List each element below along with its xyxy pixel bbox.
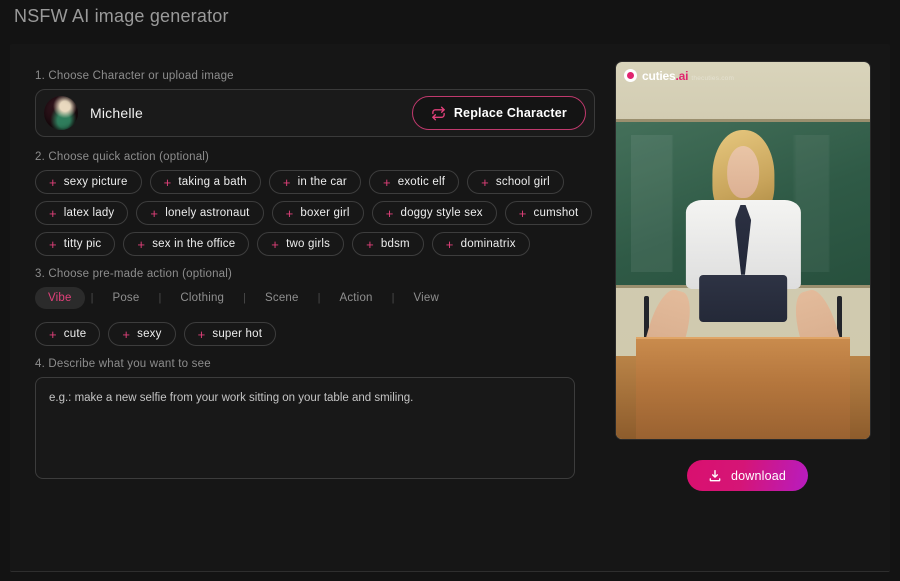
character-row[interactable]: Michelle Replace Character: [35, 89, 595, 137]
quick-action-chip[interactable]: + dominatrix: [431, 232, 530, 256]
quick-action-chip-label: latex lady: [63, 207, 115, 219]
quick-action-chip[interactable]: + exotic elf: [368, 170, 460, 194]
plus-icon: +: [366, 236, 374, 252]
download-label: download: [730, 468, 787, 483]
tab-clothing[interactable]: Clothing: [167, 287, 237, 309]
tab-vibe[interactable]: Vibe: [35, 287, 85, 309]
premade-option-chip[interactable]: + sexy: [108, 322, 176, 346]
watermark: cuties.ai thecuties.com: [624, 68, 734, 84]
step-2-label: 2. Choose quick action (optional): [35, 151, 210, 163]
generator-card: 1. Choose Character or upload image Mich…: [10, 44, 890, 572]
replace-character-label: Replace Character: [453, 106, 567, 120]
watermark-brand: cuties: [642, 69, 676, 83]
premade-tab-bar: Vibe | Pose | Clothing | Scene | Action | View: [35, 287, 595, 309]
tab-separator: |: [243, 292, 246, 304]
character-name: Michelle: [90, 105, 143, 121]
quick-action-chip-label: doggy style sex: [400, 207, 483, 219]
quick-action-chip[interactable]: + lonely astronaut: [136, 201, 264, 225]
quick-action-chip-label: cumshot: [533, 207, 579, 219]
preview-column: cuties.ai thecuties.com download: [616, 62, 878, 491]
plus-icon: +: [49, 205, 57, 221]
download-button[interactable]: download: [686, 460, 808, 491]
plus-icon: +: [445, 236, 454, 252]
quick-action-chip-label: two girls: [286, 238, 331, 250]
figure-face: [726, 146, 760, 198]
plus-icon: +: [137, 236, 146, 252]
tab-action[interactable]: Action: [326, 287, 385, 309]
figure-skirt: [698, 274, 788, 322]
quick-action-chip-label: dominatrix: [460, 238, 516, 250]
quick-action-chip[interactable]: + taking a bath: [149, 170, 261, 194]
quick-action-chip[interactable]: + cumshot: [504, 201, 593, 225]
premade-option-chip-list: + cute + sexy + super hot: [35, 322, 595, 346]
step-3-label: 3. Choose pre-made action (optional): [35, 268, 233, 280]
page-title: NSFW AI image generator: [14, 6, 229, 26]
tab-separator: |: [90, 292, 94, 304]
plus-icon: +: [271, 236, 280, 252]
plus-icon: +: [285, 205, 294, 221]
premade-option-chip[interactable]: + super hot: [183, 322, 277, 346]
quick-action-chip[interactable]: + in the car: [268, 170, 361, 194]
prompt-input[interactable]: [35, 377, 575, 479]
quick-action-chip[interactable]: + boxer girl: [271, 201, 364, 225]
quick-action-chip-label: sexy picture: [63, 176, 128, 188]
tab-scene[interactable]: Scene: [252, 287, 312, 309]
watermark-domain: .ai: [675, 69, 689, 83]
tab-view[interactable]: View: [401, 287, 453, 309]
premade-option-chip-label: cute: [63, 328, 87, 340]
plus-icon: +: [481, 174, 489, 190]
form-column: 1. Choose Character or upload image Mich…: [35, 70, 595, 484]
quick-action-chip[interactable]: + titty pic: [35, 232, 116, 256]
quick-action-chip[interactable]: + bdsm: [352, 232, 424, 256]
quick-action-chip[interactable]: + doggy style sex: [371, 201, 497, 225]
plus-icon: +: [49, 326, 57, 342]
premade-option-chip-label: sexy: [137, 328, 162, 340]
premade-option-chip[interactable]: + cute: [35, 322, 101, 346]
plus-icon: +: [518, 205, 527, 221]
quick-action-chip[interactable]: + two girls: [257, 232, 345, 256]
download-icon: [708, 469, 722, 483]
quick-action-chip-list: + sexy picture + taking a bath + in the car + e…: [35, 170, 595, 256]
replace-character-button[interactable]: Replace Character: [411, 96, 586, 130]
tab-separator: |: [158, 292, 162, 304]
subject-figure: [631, 129, 855, 425]
plus-icon: +: [163, 174, 172, 190]
generated-image-preview[interactable]: cuties.ai thecuties.com: [616, 62, 870, 439]
plus-icon: +: [385, 205, 394, 221]
classroom-scene-image: [616, 62, 870, 439]
avatar: [44, 96, 78, 130]
quick-action-chip[interactable]: + latex lady: [35, 201, 129, 225]
quick-action-chip-label: school girl: [495, 176, 550, 188]
plus-icon: +: [122, 326, 131, 342]
plus-icon: +: [150, 205, 159, 221]
tab-pose[interactable]: Pose: [99, 287, 152, 309]
quick-action-chip[interactable]: + sex in the office: [123, 232, 250, 256]
quick-action-chip-label: bdsm: [380, 238, 410, 250]
quick-action-chip-label: sex in the office: [152, 238, 236, 250]
plus-icon: +: [282, 174, 291, 190]
plus-icon: +: [382, 174, 391, 190]
tab-separator: |: [317, 292, 321, 304]
premade-option-chip-label: super hot: [212, 328, 263, 340]
plus-icon: +: [197, 326, 206, 342]
front-desk: [636, 337, 850, 439]
quick-action-chip-label: in the car: [297, 176, 347, 188]
quick-action-chip-label: boxer girl: [300, 207, 350, 219]
quick-action-chip-label: titty pic: [63, 238, 102, 250]
quick-action-chip-label: lonely astronaut: [165, 207, 250, 219]
step-4-label: 4. Describe what you want to see: [35, 358, 211, 370]
plus-icon: +: [49, 236, 57, 252]
quick-action-chip[interactable]: + school girl: [467, 170, 564, 194]
tab-separator: |: [391, 292, 395, 304]
quick-action-chip-label: exotic elf: [397, 176, 446, 188]
plus-icon: +: [49, 174, 57, 190]
quick-action-chip-label: taking a bath: [178, 176, 247, 188]
quick-action-chip[interactable]: + sexy picture: [35, 170, 142, 194]
cuties-logo-icon: [624, 69, 637, 82]
watermark-subtext: thecuties.com: [691, 75, 735, 82]
step-1-label: 1. Choose Character or upload image: [35, 70, 234, 82]
swap-arrows-icon: [431, 106, 446, 121]
